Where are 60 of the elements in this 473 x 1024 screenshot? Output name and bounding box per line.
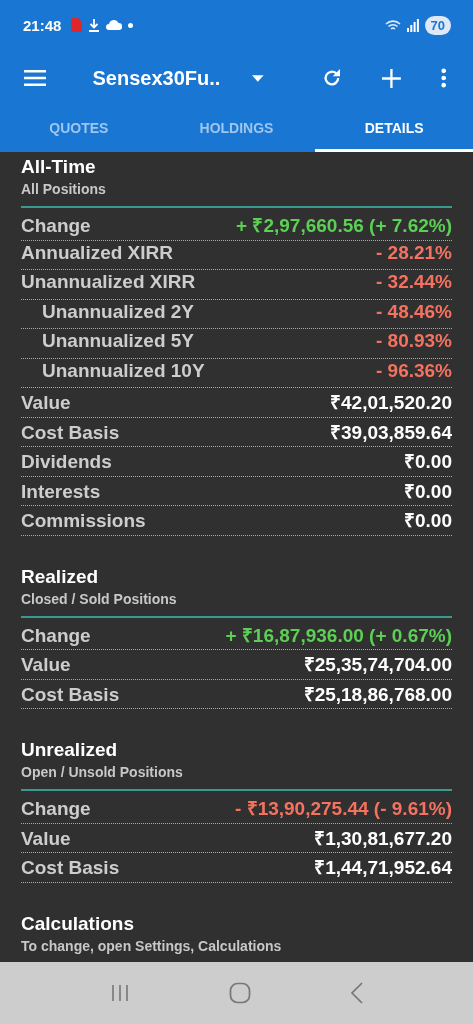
more-options-icon[interactable] [440,67,446,89]
row-label: Cost Basis [21,421,120,444]
row-value: ₹0.00 [404,479,452,504]
row-value: ₹25,18,86,768.00 [303,682,452,707]
row-value: ₹39,03,859.64 [330,420,452,445]
row-label: Value [21,827,71,850]
row-value: ₹25,35,74,704.00 [303,653,452,677]
row-label: Dividends [21,451,112,473]
home-icon[interactable] [228,982,251,1004]
back-icon[interactable] [349,982,364,1004]
row-label: Value [21,392,71,414]
row-value: ₹1,30,81,677.20 [314,826,452,851]
row-value: - 28.21% [375,241,452,264]
row-value: ₹0.00 [404,509,452,533]
row-label: Unannualized 10Y [42,359,205,382]
row-label: Commissions [21,510,146,532]
row-value: + ₹2,97,660.56 (+ 7.62%) [236,214,452,238]
add-icon[interactable] [381,67,401,89]
row-label: Change [21,624,91,647]
section-subtitle: Open / Unsold Positions [21,763,184,782]
section-title: Realized [21,565,100,588]
row-label: Change [21,215,91,237]
row-label: Change [21,798,91,820]
signal-icon [406,18,419,32]
download-icon [88,18,101,32]
section-subtitle: Closed / Sold Positions [21,589,178,609]
row-value: ₹42,01,520.20 [330,391,452,415]
row-value: - 32.44% [375,271,452,293]
tab[interactable]: HOLDINGS [157,106,316,152]
menu-icon[interactable] [24,69,47,87]
row-label: Unannualized 5Y [42,330,195,352]
row-label: Cost Basis [21,683,120,706]
section-title: All-Time [21,156,97,178]
row-value: - 80.93% [375,330,452,352]
tab[interactable]: QUOTES [0,106,158,152]
section-title: Unrealized [21,739,119,761]
row-value: - 96.36% [375,359,452,382]
portfolio-title[interactable]: Sensex30Fu.. [92,66,221,90]
row-value: - ₹13,90,275.44 (- 9.61%) [235,797,452,821]
dropdown-caret-icon[interactable] [252,74,264,82]
row-value: - 48.46% [375,300,452,323]
row-label: Unannualized 2Y [42,300,195,323]
row-label: Interests [21,480,101,503]
battery-indicator: 70 [424,15,451,35]
section-title: Calculations [21,912,135,935]
row-value: ₹1,44,71,952.64 [314,856,452,880]
cloud-icon [106,20,123,30]
pdf-icon [71,18,83,32]
row-label: Unannualized XIRR [21,271,196,293]
section-subtitle: All Positions [21,180,107,199]
row-value: + ₹16,87,936.00 (+ 0.67%) [225,623,452,648]
dot-icon [128,22,134,28]
row-label: Value [21,654,71,676]
tab[interactable]: DETAILS [315,106,473,152]
status-time: 21:48 [23,16,62,34]
row-value: ₹0.00 [404,450,452,474]
row-label: Cost Basis [21,857,120,879]
row-label: Annualized XIRR [21,241,173,264]
wifi-icon [384,18,401,32]
section-subtitle: To change, open Settings, Calculations [21,936,283,956]
